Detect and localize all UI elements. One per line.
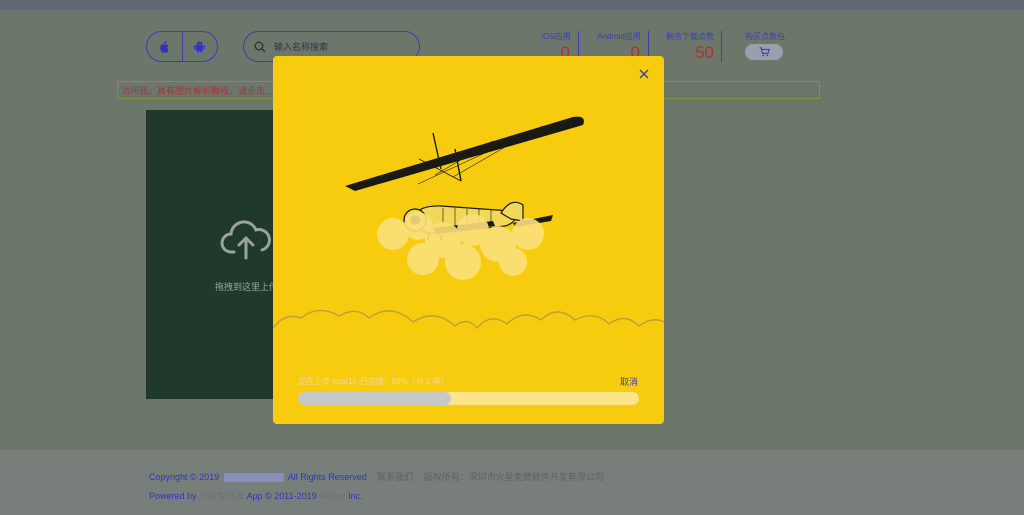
copyright-prefix: Copyright © 2019	[149, 472, 220, 482]
close-icon	[639, 69, 649, 79]
upload-dropzone[interactable]: 拖拽到这里上传	[146, 110, 278, 399]
powered-brand[interactable]: 火星免分发	[199, 491, 244, 501]
buy-points-label: 购买点数包	[745, 32, 785, 41]
upload-hint: 拖拽到这里上传	[215, 282, 279, 292]
android-apps-label: Android应用	[597, 32, 641, 41]
rights-text: 版权所有：深圳市火星免费软件开发有限公司	[423, 472, 604, 482]
cancel-upload-button[interactable]: 取消	[620, 375, 638, 388]
upload-status-text: 正在上传 app(1), 已完成：69%（共 1 项）	[298, 377, 449, 386]
buy-points-button[interactable]	[745, 44, 783, 60]
powered-company[interactable]: FirDev	[319, 491, 346, 501]
cart-icon	[759, 47, 770, 57]
search-input[interactable]: 输入名称搜索	[274, 40, 328, 53]
download-points-count: 50	[695, 43, 714, 62]
download-points-stat: 剩余下载点数 50	[664, 31, 716, 63]
powered-mid: App © 2011-2019	[246, 491, 317, 501]
ios-filter-button[interactable]	[147, 32, 182, 61]
progress-fill	[298, 392, 452, 405]
android-filter-button[interactable]	[181, 32, 218, 61]
cloud-upload-icon	[220, 220, 271, 260]
footer: Copyright © 2019 All Rights Reserved 联系我…	[0, 450, 1024, 515]
upload-progress-modal: 正在上传 app(1), 已完成：69%（共 1 项） 取消	[273, 56, 664, 424]
notice-text[interactable]: 访问我，具有图片解析教程，请点击...	[121, 84, 273, 97]
powered-suffix: Inc.	[348, 491, 363, 501]
cloud-outline-illustration	[273, 309, 664, 330]
powered-prefix: Powered by	[149, 491, 197, 501]
contact-link[interactable]: 联系我们	[377, 472, 413, 482]
android-icon	[194, 41, 206, 53]
upload-progress-bar	[298, 392, 639, 405]
copyright-suffix: All Rights Reserved	[287, 472, 367, 482]
stat-divider	[721, 31, 722, 62]
platform-switch	[146, 31, 218, 62]
smoke-trail	[377, 212, 544, 280]
footer-copyright: Copyright © 2019 All Rights Reserved 联系我…	[149, 470, 604, 483]
buy-points-stat: 购买点数包	[744, 31, 786, 42]
search-icon	[254, 41, 266, 52]
footer-powered: Powered by 火星免分发 App © 2011-2019 FirDev …	[149, 489, 363, 502]
ios-apps-label: iOS应用	[541, 32, 571, 41]
top-strip	[0, 0, 1024, 10]
redacted-brand	[223, 473, 284, 483]
close-button[interactable]	[636, 66, 652, 82]
apple-icon	[160, 40, 169, 53]
download-points-label: 剩余下载点数	[666, 32, 714, 41]
